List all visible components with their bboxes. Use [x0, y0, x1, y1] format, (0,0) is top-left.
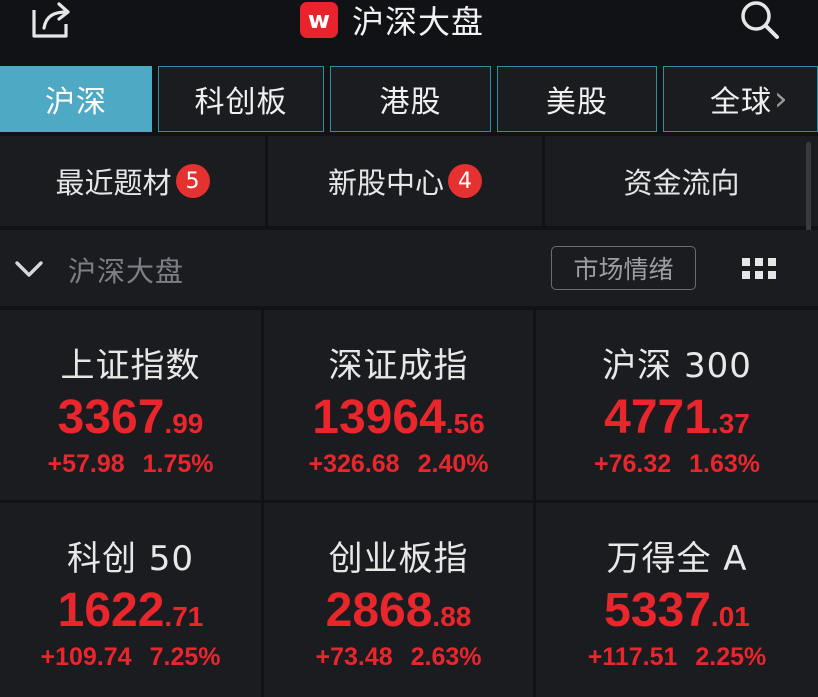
market-sentiment-label: 市场情绪: [573, 255, 674, 284]
notification-badge: 4: [448, 164, 482, 198]
tab-label: 沪深: [45, 85, 107, 120]
price-integer: 2868: [325, 584, 433, 637]
index-price: 5337 .01: [604, 583, 750, 637]
index-price: 4771 .37: [604, 390, 750, 444]
price-integer: 13964: [312, 391, 446, 444]
tab-label: 科创板: [194, 85, 288, 120]
change-value: +109.74: [40, 643, 132, 671]
shortcut-label: 新股中心: [327, 166, 444, 200]
change-percent: 7.25%: [149, 643, 221, 671]
index-change: +73.48 2.63%: [315, 643, 481, 672]
price-decimal: .56: [445, 408, 485, 439]
grid-icon[interactable]: [742, 258, 776, 280]
chevron-down-icon[interactable]: [12, 252, 46, 286]
index-name: 上证指数: [60, 346, 201, 386]
change-value: +76.32: [593, 450, 672, 478]
price-decimal: .71: [164, 601, 204, 632]
index-name: 沪深 300: [602, 346, 752, 386]
index-price: 13964 .56: [312, 390, 485, 444]
index-card-szse[interactable]: 深证成指 13964 .56 +326.68 2.40%: [264, 310, 533, 500]
change-percent: 2.25%: [695, 643, 767, 671]
tab-kechuangban[interactable]: 科创板: [158, 66, 324, 132]
shortcut-fund-flow[interactable]: 资金流向: [542, 136, 818, 226]
price-integer: 1622: [57, 584, 165, 637]
index-name: 深证成指: [328, 346, 469, 386]
index-change: +57.98 1.75%: [47, 450, 213, 479]
chevron-right-icon[interactable]: ›: [774, 79, 789, 119]
section-title: 沪深大盘: [68, 255, 185, 288]
search-icon[interactable]: [736, 0, 782, 40]
change-value: +57.98: [47, 450, 125, 478]
price-decimal: .37: [710, 408, 750, 439]
index-card-wind-all-a[interactable]: 万得全 A 5337 .01 +117.51 2.25%: [536, 503, 818, 697]
index-card-star50[interactable]: 科创 50 1622 .71 +109.74 7.25%: [0, 503, 261, 697]
header-title-group: w 沪深大盘: [300, 0, 485, 41]
market-sentiment-button[interactable]: 市场情绪: [551, 246, 696, 290]
price-integer: 4771: [604, 391, 711, 444]
app-logo-text: w: [307, 6, 331, 34]
price-integer: 5337: [604, 584, 711, 637]
index-card-chinext[interactable]: 创业板指 2868 .88 +73.48 2.63%: [264, 503, 533, 697]
index-change: +326.68 2.40%: [309, 450, 489, 479]
app-header: w 沪深大盘: [0, 0, 818, 62]
index-grid: 上证指数 3367 .99 +57.98 1.75% 深证成指 13964 .5…: [0, 310, 818, 697]
change-percent: 1.75%: [142, 450, 214, 478]
shortcut-bar: 最近题材 5 新股中心 4 资金流向: [0, 136, 818, 226]
change-value: +117.51: [587, 643, 678, 671]
index-price: 2868 .88: [325, 583, 472, 637]
tab-label: 全球: [710, 85, 772, 120]
index-name: 创业板指: [328, 539, 469, 579]
index-change: +76.32 1.63%: [594, 450, 760, 479]
index-price: 1622 .71: [57, 583, 204, 637]
index-name: 科创 50: [66, 539, 195, 579]
index-card-csi300[interactable]: 沪深 300 4771 .37 +76.32 1.63%: [536, 310, 818, 500]
change-value: +326.68: [308, 450, 400, 478]
shortcut-ipo-center[interactable]: 新股中心 4: [265, 136, 542, 226]
shortcut-label: 最近题材: [55, 166, 172, 200]
change-percent: 2.40%: [417, 450, 489, 478]
shortcut-recent-topics[interactable]: 最近题材 5: [0, 136, 265, 226]
change-value: +73.48: [315, 643, 393, 671]
price-decimal: .01: [710, 601, 750, 632]
change-percent: 2.63%: [410, 643, 482, 671]
app-logo: w: [300, 2, 338, 38]
change-percent: 1.63%: [689, 450, 761, 478]
index-name: 万得全 A: [606, 539, 748, 579]
index-change: +109.74 7.25%: [41, 643, 221, 672]
notification-badge: 5: [175, 164, 210, 198]
page-title: 沪深大盘: [352, 3, 485, 41]
market-tabs: 沪深 科创板 港股 美股 全球 ›: [0, 66, 818, 132]
tab-quanqiu[interactable]: 全球 ›: [663, 66, 818, 132]
tab-label: 港股: [379, 85, 442, 120]
index-card-sse[interactable]: 上证指数 3367 .99 +57.98 1.75%: [0, 310, 261, 500]
tab-meigu[interactable]: 美股: [497, 66, 657, 132]
share-icon[interactable]: [30, 0, 74, 40]
index-change: +117.51 2.25%: [588, 643, 767, 672]
price-decimal: .88: [432, 601, 472, 632]
index-price: 3367 .99: [57, 390, 204, 444]
tab-ganggu[interactable]: 港股: [330, 66, 491, 132]
tab-hushen[interactable]: 沪深: [0, 66, 152, 132]
price-integer: 3367: [57, 391, 165, 444]
shortcut-label: 资金流向: [623, 166, 740, 200]
tab-label: 美股: [546, 85, 608, 120]
price-decimal: .99: [164, 408, 204, 439]
